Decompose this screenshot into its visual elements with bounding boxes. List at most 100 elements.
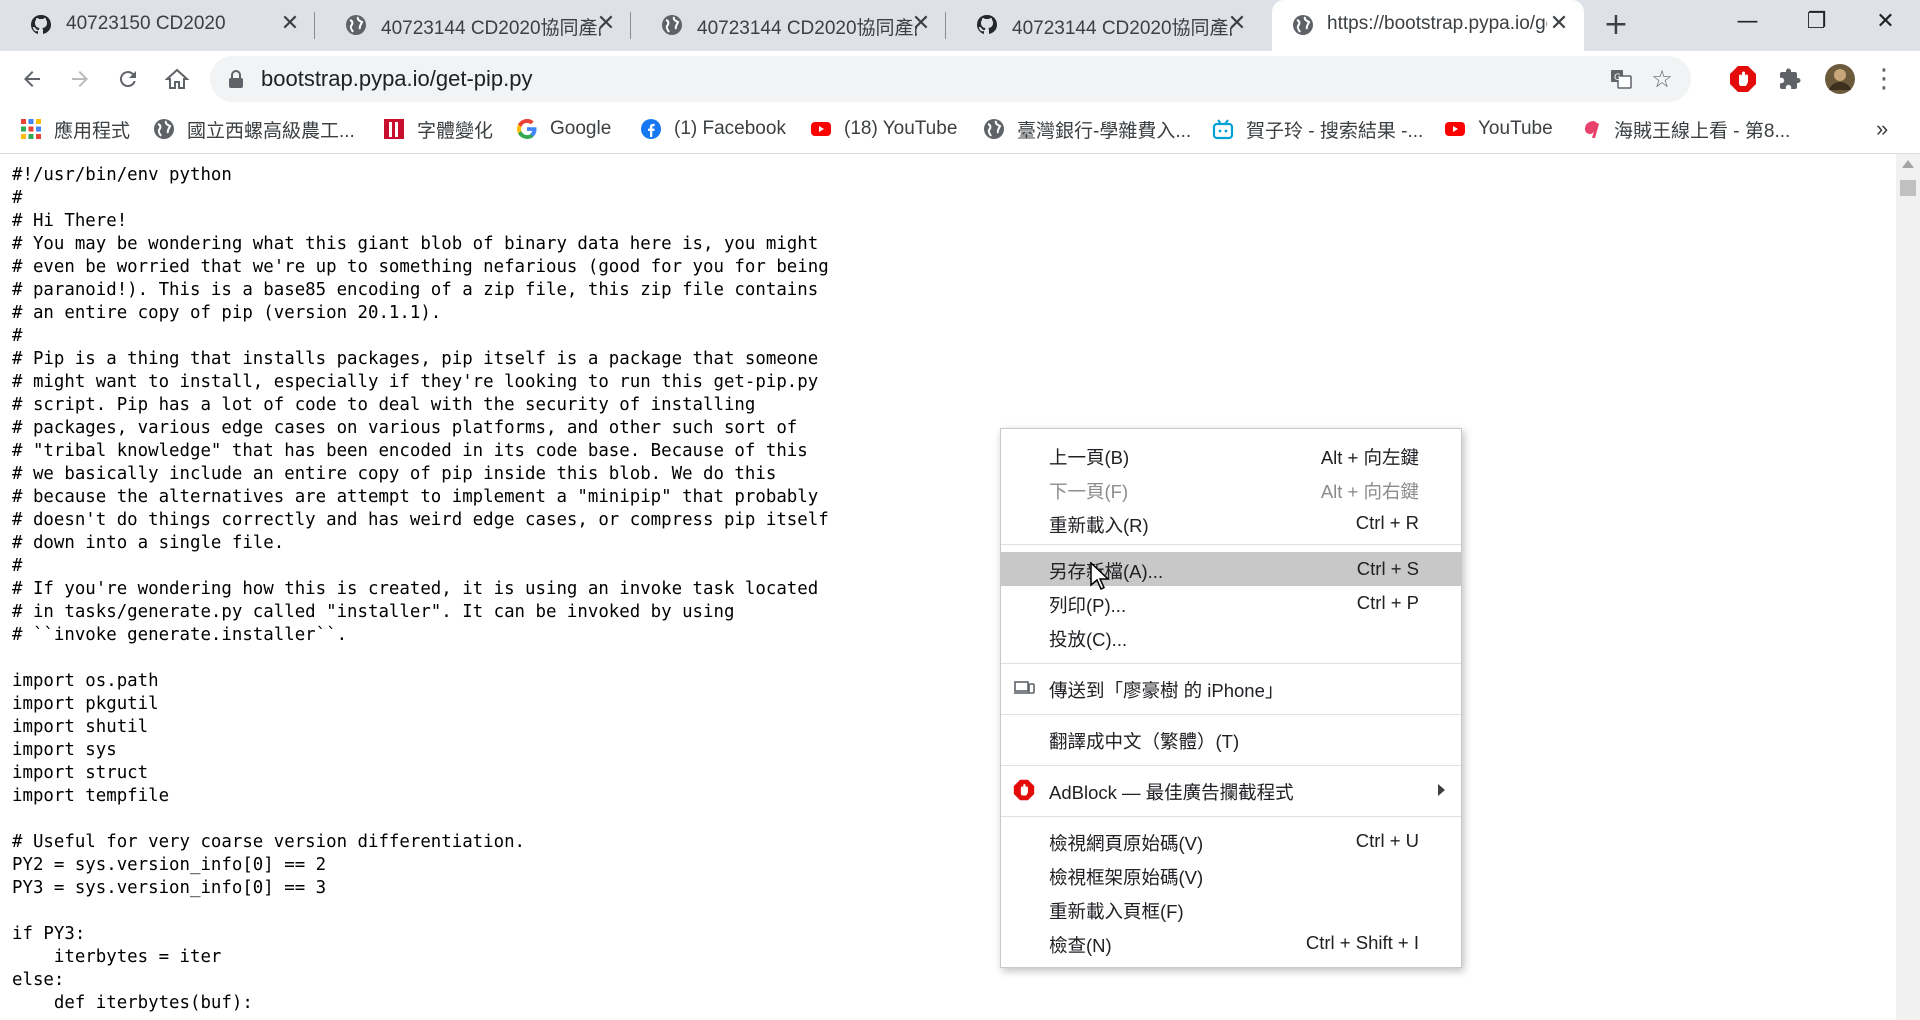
url-text[interactable]: bootstrap.pypa.io/get-pip.py [261,66,533,92]
tab-title: https://bootstrap.pypa.io/get-pip.py [1327,13,1547,34]
code-line: import tempfile [12,786,170,806]
adblock-icon [1730,66,1756,92]
menu-item-label: 重新載入頁框(F) [1049,901,1184,922]
source-code: #!/usr/bin/env python # # Hi There! # You m… [12,164,829,1015]
menu-separator [1001,714,1461,715]
bookmark-item[interactable]: 臺灣銀行-學雜費入... [983,114,1191,144]
menu-item-shortcut: Alt + 向右鍵 [1320,481,1419,502]
lock-icon [229,70,243,88]
tab-strip: 40723150 CD2020 ✕ 40723144 CD2020協同產品設計 … [0,0,1920,51]
puzzle-icon [1780,68,1801,89]
restore-button[interactable]: ❐ [1782,0,1851,44]
code-line: PY3 = sys.version_info[0] == 3 [12,878,327,898]
minimize-button[interactable]: — [1713,0,1782,44]
reload-button[interactable] [108,59,148,99]
code-line: if PY3: [12,924,86,944]
close-tab-icon[interactable]: ✕ [593,11,619,37]
menu-item-label: 重新載入(R) [1049,515,1149,536]
translate-icon[interactable]: G [1606,64,1636,94]
menu-item-label: 投放(C)... [1049,629,1128,650]
menu-item-label: 檢視框架原始碼(V) [1049,867,1204,888]
youtube-icon [1445,122,1465,136]
menu-item-print[interactable]: 列印(P)... Ctrl + P [1001,586,1461,620]
back-button[interactable] [12,59,52,99]
menu-item-send-to-device[interactable]: 傳送到「廖豪樹 的 iPhone」 [1001,671,1461,705]
bookmark-item[interactable]: 字體變化 [383,114,493,144]
code-line: import struct [12,763,149,783]
extensions-button[interactable] [1770,59,1810,99]
browser-tab[interactable]: 40723144 CD2020協同產品設計 ✕ [631,0,946,51]
close-tab-icon[interactable]: ✕ [1546,11,1572,37]
facebook-icon [641,119,661,139]
bookmark-item[interactable]: YouTube [1444,114,1553,144]
code-line: # script. Pip has a lot of code to deal … [12,395,756,415]
menu-item-adblock[interactable]: AdBlock — 最佳廣告攔截程式 [1001,773,1461,807]
menu-item-cast[interactable]: 投放(C)... [1001,620,1461,654]
menu-separator [1001,663,1461,664]
address-bar[interactable]: bootstrap.pypa.io/get-pip.py G ☆ [210,56,1691,102]
new-tab-button[interactable]: + [1598,8,1634,44]
menu-separator [1001,544,1461,545]
menu-item-shortcut: Alt + 向左鍵 [1320,447,1419,468]
bookmarks-overflow-button[interactable]: » [1876,114,1888,144]
menu-item-save-as[interactable]: 另存新檔(A)... Ctrl + S [1001,552,1461,586]
vertical-scrollbar[interactable] [1896,154,1920,1020]
menu-item-shortcut: Ctrl + S [1356,558,1419,579]
bookmark-item[interactable]: 國立西螺高級農工... [153,114,355,144]
bookmark-item[interactable]: Google [516,114,611,144]
menu-item-back[interactable]: 上一頁(B) Alt + 向左鍵 [1001,438,1461,472]
code-line: import pkgutil [12,694,159,714]
menu-separator [1001,765,1461,766]
code-line: # [12,326,23,346]
context-menu: 上一頁(B) Alt + 向左鍵 下一頁(F) Alt + 向右鍵 重新載入(R… [1000,428,1462,968]
menu-item-label: 翻譯成中文（繁體）(T) [1049,731,1240,752]
browser-tab[interactable]: 40723150 CD2020 ✕ [0,0,315,51]
code-line: # Pip is a thing that installs packages,… [12,349,819,369]
bookmark-item[interactable]: 海賊王線上看 - 第8... [1580,114,1790,144]
browser-tab[interactable]: 40723144 CD2020協同產品設計 ✕ [315,0,631,51]
adblock-extension-button[interactable] [1723,59,1763,99]
chrome-menu-button[interactable]: ⋮ [1864,59,1904,99]
scrollbar-thumb[interactable] [1900,180,1916,196]
menu-item-inspect[interactable]: 檢查(N) Ctrl + Shift + I [1001,926,1461,960]
star-bookmark-icon[interactable]: ☆ [1647,64,1677,94]
menu-item-label: 傳送到「廖豪樹 的 iPhone」 [1049,680,1284,701]
close-tab-icon[interactable]: ✕ [908,11,934,37]
close-tab-icon[interactable]: ✕ [1224,11,1250,37]
code-line: # [12,556,23,576]
forward-button[interactable] [60,59,100,99]
bookmark-item[interactable]: 賀子玲 - 搜索結果 -... [1212,114,1423,144]
code-line: def iterbytes(buf): [12,993,253,1013]
site-icon [1585,121,1599,138]
menu-item-shortcut: Ctrl + R [1355,512,1419,533]
close-tab-icon[interactable]: ✕ [277,11,303,37]
code-line: # ``invoke generate.installer``. [12,625,348,645]
globe-icon [154,119,174,139]
bookmark-label: (1) Facebook [674,118,786,139]
menu-item-label: 檢查(N) [1049,935,1112,956]
browser-tab-active[interactable]: https://bootstrap.pypa.io/get-pip.py ✕ [1272,0,1584,51]
globe-icon [984,119,1004,139]
home-button[interactable] [157,59,197,99]
code-line: # even be worried that we're up to somet… [12,257,829,277]
menu-item-shortcut: Ctrl + Shift + I [1305,932,1419,953]
profile-avatar[interactable] [1820,59,1860,99]
tab-title: 40723144 CD2020協同產品設計 [381,18,601,39]
bookmark-label: 賀子玲 - 搜索結果 -... [1246,120,1424,142]
code-line: PY2 = sys.version_info[0] == 2 [12,855,327,875]
bookmark-item[interactable]: (18) YouTube [810,114,957,144]
menu-item-forward[interactable]: 下一頁(F) Alt + 向右鍵 [1001,472,1461,506]
browser-tab[interactable]: 40723144 CD2020協同產品設計 ✕ [946,0,1262,51]
menu-item-reload[interactable]: 重新載入(R) Ctrl + R [1001,506,1461,540]
close-window-button[interactable]: ✕ [1851,0,1920,44]
bookmark-item[interactable]: (1) Facebook [640,114,786,144]
bookmark-item[interactable]: 應用程式 [20,114,130,144]
scroll-up-icon[interactable] [1902,160,1914,168]
menu-item-translate[interactable]: 翻譯成中文（繁體）(T) [1001,722,1461,756]
code-line: # an entire copy of pip (version 20.1.1)… [12,303,442,323]
menu-item-reload-frame[interactable]: 重新載入頁框(F) [1001,892,1461,926]
menu-item-view-source[interactable]: 檢視網頁原始碼(V) Ctrl + U [1001,824,1461,858]
home-icon [164,68,190,89]
menu-item-view-frame-source[interactable]: 檢視框架原始碼(V) [1001,858,1461,892]
